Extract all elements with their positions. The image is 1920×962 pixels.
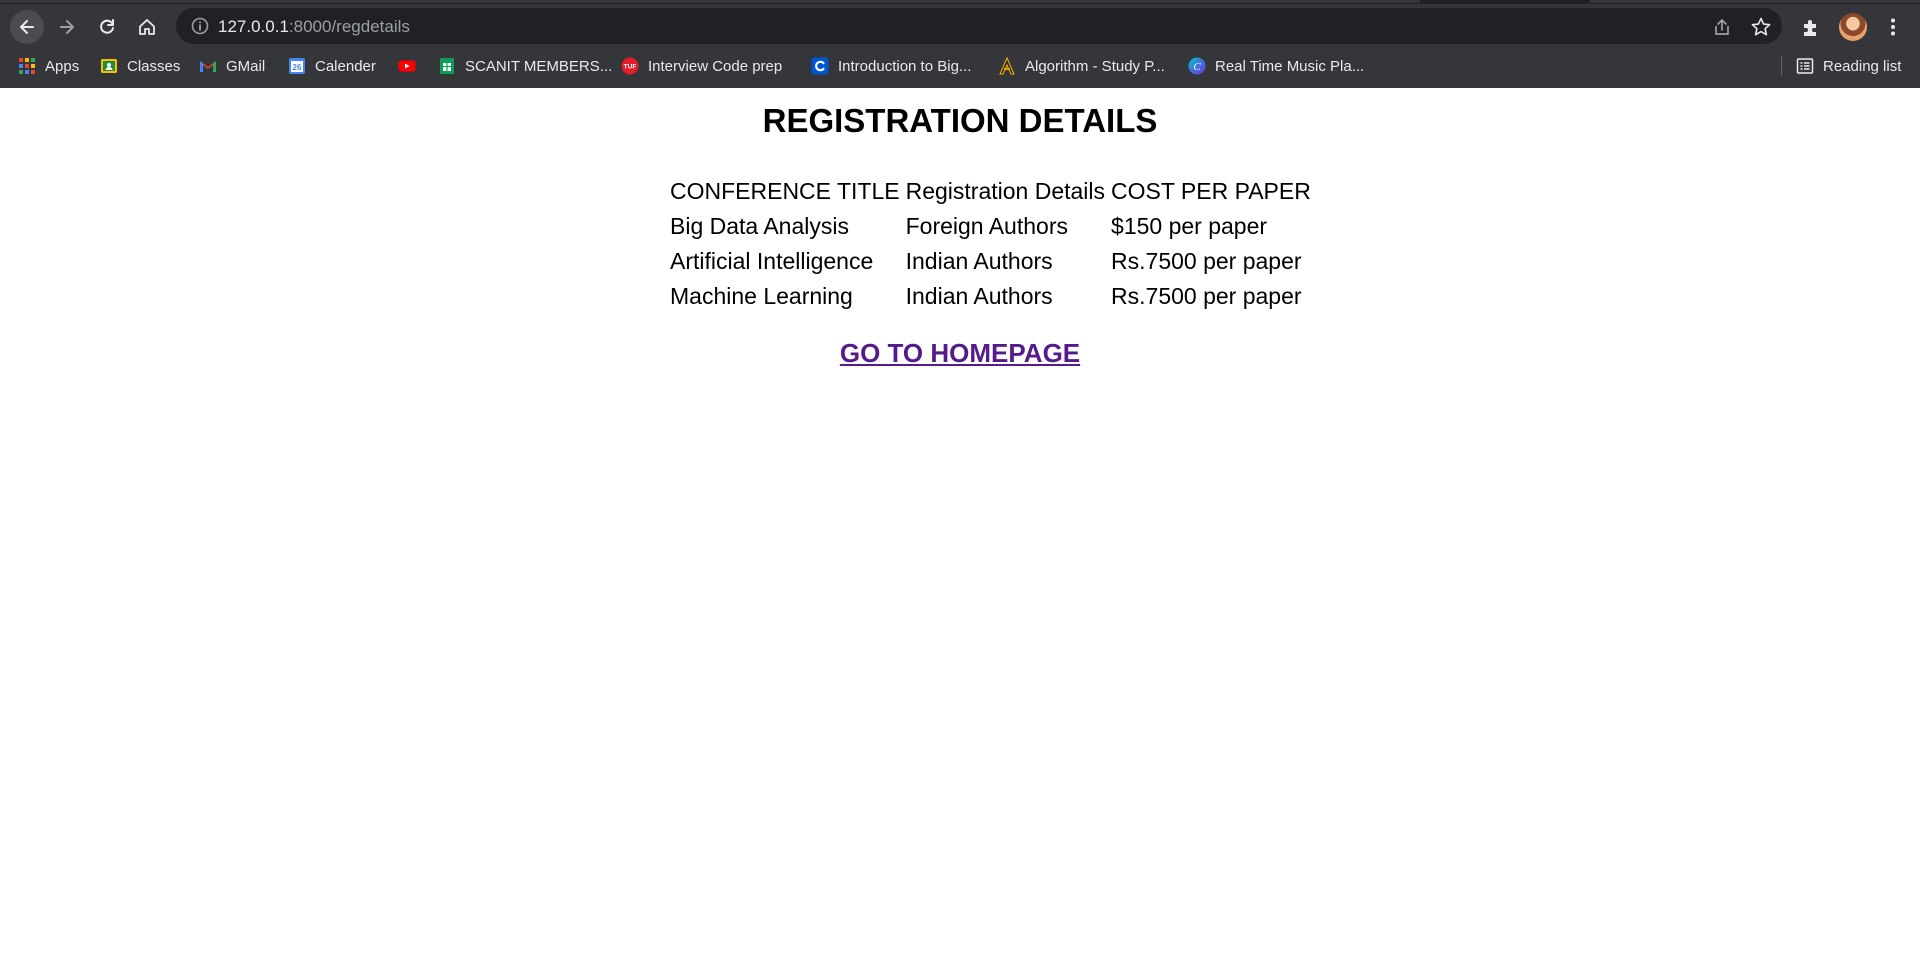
bookmark-real-time-music[interactable]: C Real Time Music Pla... <box>1188 54 1364 78</box>
url-text[interactable]: 127.0.0.1:8000/regdetails <box>218 17 410 37</box>
profile-avatar[interactable] <box>1839 13 1867 41</box>
table-cell: Big Data Analysis <box>670 213 849 239</box>
back-button[interactable] <box>10 10 44 44</box>
bookmark-scanit-members[interactable]: SCANIT MEMBERS... <box>438 54 612 78</box>
bookmark-label: Apps <box>45 57 80 75</box>
bookmarks-divider <box>1781 56 1782 76</box>
bookmark-label: Real Time Music Pla... <box>1215 57 1365 75</box>
bookmark-classes[interactable]: Classes <box>100 54 180 78</box>
coursera-icon <box>811 57 829 75</box>
table-cell: Rs.7500 per paper <box>1111 248 1302 274</box>
info-icon[interactable] <box>190 16 210 36</box>
home-icon <box>139 19 155 35</box>
bookmark-gmail[interactable]: GMail <box>199 54 265 78</box>
registration-table: CONFERENCE TITLE Registration Details CO… <box>668 174 1315 314</box>
table-cell: Rs.7500 per paper <box>1111 283 1302 309</box>
address-bar[interactable]: 127.0.0.1:8000/regdetails <box>176 8 1782 44</box>
bookmark-apps[interactable]: Apps <box>18 54 79 78</box>
table-cell: Indian Authors <box>905 248 1053 274</box>
go-to-homepage-link[interactable]: GO TO HOMEPAGE <box>840 338 1080 368</box>
bookmark-calender[interactable]: 26 Calender <box>288 54 376 78</box>
table-cell: Artificial Intelligence <box>670 248 874 274</box>
kebab-menu-icon[interactable] <box>1882 16 1904 38</box>
share-icon[interactable] <box>1711 16 1733 38</box>
canva-icon: C <box>1188 57 1206 75</box>
bookmark-label: SCANIT MEMBERS... <box>465 57 613 75</box>
calendar-icon: 26 <box>288 57 306 75</box>
tuf-text: TUF <box>624 64 637 71</box>
table-cell: Machine Learning <box>670 283 853 309</box>
table-cell: Indian Authors <box>905 283 1053 309</box>
bookmark-label: Introduction to Big... <box>838 57 972 75</box>
table-cell: $150 per paper <box>1111 213 1268 239</box>
reading-list-button[interactable]: Reading list <box>1796 54 1901 78</box>
table-row: Machine Learning Indian Authors Rs.7500 … <box>668 279 1315 314</box>
browser-chrome: 127.0.0.1:8000/regdetails Apps Classes G… <box>0 0 1920 88</box>
bookmark-introduction-to-big[interactable]: Introduction to Big... <box>811 54 971 78</box>
svg-text:C: C <box>1193 61 1201 73</box>
algorithm-icon <box>998 57 1016 75</box>
youtube-icon <box>398 57 416 75</box>
extensions-icon[interactable] <box>1800 16 1822 38</box>
bookmark-star-icon[interactable] <box>1750 16 1772 38</box>
browser-toolbar: 127.0.0.1:8000/regdetails <box>0 4 1920 48</box>
arrow-left-icon <box>20 20 34 34</box>
table-header: Registration Details <box>905 178 1106 204</box>
apps-grid-icon <box>18 57 36 75</box>
table-header: COST PER PAPER <box>1111 178 1311 204</box>
reading-list-label: Reading list <box>1823 57 1902 75</box>
page-title: REGISTRATION DETAILS <box>762 102 1158 139</box>
bookmark-label: Interview Code prep <box>648 57 783 75</box>
bookmark-algorithm-study[interactable]: Algorithm - Study P... <box>998 54 1165 78</box>
table-row: Big Data Analysis Foreign Authors $150 p… <box>668 209 1315 244</box>
bookmark-label: Calender <box>315 57 376 75</box>
page-content: REGISTRATION DETAILS CONFERENCE TITLE Re… <box>0 88 1920 962</box>
reading-list-icon <box>1796 57 1814 75</box>
table-cell: Foreign Authors <box>905 213 1068 239</box>
bookmark-label: Classes <box>127 57 181 75</box>
url-host: 127.0.0.1 <box>218 17 289 36</box>
bookmark-label: Algorithm - Study P... <box>1025 57 1165 75</box>
tuf-icon: TUF <box>621 57 639 75</box>
table-header-row: CONFERENCE TITLE Registration Details CO… <box>668 174 1315 209</box>
arrow-right-icon <box>60 20 74 34</box>
bookmark-label: GMail <box>226 57 266 75</box>
calendar-day: 26 <box>293 63 302 72</box>
reload-button[interactable] <box>90 10 124 44</box>
gmail-icon <box>199 57 217 75</box>
classroom-icon <box>100 57 118 75</box>
bookmark-youtube[interactable] <box>398 54 425 78</box>
url-path: :8000/regdetails <box>288 17 410 36</box>
home-button[interactable] <box>130 10 164 44</box>
table-header: CONFERENCE TITLE <box>670 178 900 204</box>
bookmarks-bar: Apps Classes GMail 26 Calender SCANIT ME… <box>0 50 1920 82</box>
bookmark-interview-code-prep[interactable]: TUF Interview Code prep <box>621 54 782 78</box>
sheets-icon <box>438 57 456 75</box>
reload-icon <box>100 19 114 34</box>
forward-button[interactable] <box>50 10 84 44</box>
table-row: Artificial Intelligence Indian Authors R… <box>668 244 1315 279</box>
homepage-link-container: GO TO HOMEPAGE <box>0 338 1920 369</box>
